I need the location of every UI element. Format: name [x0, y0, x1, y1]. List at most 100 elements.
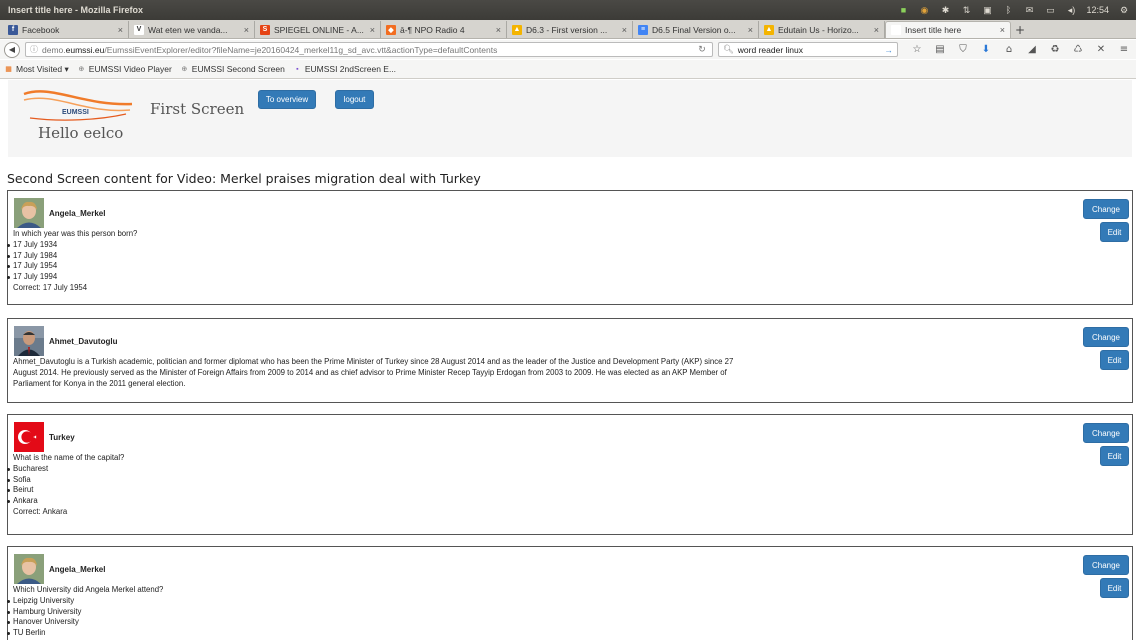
- edit-button[interactable]: Edit: [1100, 350, 1129, 370]
- tab-label: SPIEGEL ONLINE - A...: [274, 24, 364, 35]
- settings-gear-icon[interactable]: ⚙: [1118, 4, 1130, 16]
- answer-option: Hamburg University: [7, 607, 782, 618]
- facebook-icon: f: [8, 24, 18, 35]
- tab-label: Wat eten we vanda...: [148, 24, 228, 35]
- most-visited-icon: ▦: [5, 66, 12, 73]
- downloads-icon[interactable]: ⬇: [980, 44, 992, 55]
- browser-tab[interactable]: ▲ D6.3 - First version ... ×: [507, 21, 633, 38]
- tab-strip: f Facebook × V Wat eten we vanda... × S SPIEGEL…: [0, 20, 1136, 39]
- tab-label: D6.3 - First version ...: [526, 24, 608, 35]
- logout-button[interactable]: logout: [335, 90, 374, 109]
- menu-icon[interactable]: ≡: [1118, 44, 1130, 55]
- browser-tab[interactable]: ▲ Edutain Us - Horizo... ×: [759, 21, 885, 38]
- bookmark-item[interactable]: ▦ Most Visited ▾: [4, 64, 69, 75]
- back-button[interactable]: ◀: [4, 41, 20, 58]
- greeting-text: Hello eelco: [38, 124, 124, 142]
- bookmark-star-icon[interactable]: ☆: [911, 44, 923, 55]
- close-tab-icon[interactable]: ×: [622, 25, 627, 35]
- reading-list-icon[interactable]: ▤: [934, 44, 946, 55]
- tools-icon[interactable]: ✕: [1095, 44, 1107, 55]
- bookmark-item[interactable]: ⊕ EUMSSI Second Screen: [180, 64, 285, 74]
- entity-name: Angela_Merkel: [49, 208, 106, 218]
- correct-answer: Correct: Ankara: [13, 506, 68, 516]
- info-icon[interactable]: ⓘ: [30, 44, 38, 55]
- new-tab-button[interactable]: +: [1011, 21, 1029, 38]
- keyboard-layout-icon[interactable]: ▣: [981, 4, 993, 16]
- merkel-photo: [14, 554, 44, 584]
- card-header: Turkey: [14, 422, 75, 452]
- change-button[interactable]: Change: [1083, 199, 1129, 219]
- toolbar-icons: ☆ ▤ ⛉ ⬇ ⌂ ◢ ♻ ♺ ✕ ≡: [911, 44, 1130, 55]
- card-body: What is the name of the capital? Buchares…: [7, 453, 782, 518]
- url-bar[interactable]: ⓘ demo.eumssi.eu/EumssiEventExplorer/edi…: [25, 42, 713, 57]
- npo-icon: ◆: [386, 24, 396, 35]
- edit-button[interactable]: Edit: [1100, 578, 1129, 598]
- url-text[interactable]: demo.eumssi.eu/EumssiEventExplorer/edito…: [42, 45, 692, 55]
- extension-2-icon[interactable]: ♺: [1072, 44, 1084, 55]
- browser-tab[interactable]: S SPIEGEL ONLINE - A... ×: [255, 21, 381, 38]
- card-header: Ahmet_Davutoglu: [14, 326, 117, 356]
- close-tab-icon[interactable]: ×: [244, 25, 249, 35]
- bookmark-item[interactable]: ⊕ EUMSSI Video Player: [77, 64, 171, 74]
- mail-icon[interactable]: ✉: [1023, 4, 1035, 16]
- answer-option: Sofia: [7, 475, 782, 486]
- home-icon[interactable]: ⌂: [1003, 44, 1015, 55]
- volume-icon[interactable]: ◂): [1065, 4, 1077, 16]
- edit-button[interactable]: Edit: [1100, 446, 1129, 466]
- drive-icon: ▲: [764, 24, 774, 35]
- search-input[interactable]: word reader linux: [738, 45, 803, 55]
- close-tab-icon[interactable]: ×: [1000, 25, 1005, 35]
- answer-option: Hanover University: [7, 617, 782, 628]
- logo-text: EUMSSI: [62, 109, 89, 116]
- browser-tab[interactable]: V Wat eten we vanda... ×: [129, 21, 255, 38]
- browser-tab[interactable]: ◆ ā-¶ NPO Radio 4 ×: [381, 21, 507, 38]
- search-icon: 🔍︎: [723, 44, 734, 54]
- close-tab-icon[interactable]: ×: [496, 25, 501, 35]
- system-tray: ■ ◉ ✱ ⇅ ▣ ᛒ ✉ ▭ ◂) 12:54 ⚙: [897, 4, 1136, 16]
- tab-label: Insert title here: [905, 25, 962, 35]
- davutoglu-photo: [14, 326, 44, 356]
- close-tab-icon[interactable]: ×: [748, 25, 753, 35]
- answer-option: 17 July 1954: [7, 261, 782, 272]
- bookmarks-bar: ▦ Most Visited ▾ ⊕ EUMSSI Video Player ⊕ EUMS…: [0, 60, 1136, 79]
- eumssi-logo: EUMSSI: [23, 90, 133, 121]
- close-tab-icon[interactable]: ×: [874, 25, 879, 35]
- content-card: Turkey What is the name of the capital? Bu…: [7, 414, 1133, 535]
- send-icon[interactable]: ◢: [1026, 44, 1038, 55]
- extension-icon[interactable]: ♻: [1049, 44, 1061, 55]
- browser-tab[interactable]: ≡ D6.5 Final Version o... ×: [633, 21, 759, 38]
- answer-option: TU Berlin: [7, 628, 782, 639]
- browser-tab[interactable]: Insert title here ×: [885, 21, 1011, 38]
- bookmark-item[interactable]: ▪ EUMSSI 2ndScreen E...: [293, 64, 396, 74]
- dropbox-icon[interactable]: ■: [897, 4, 909, 16]
- close-tab-icon[interactable]: ×: [118, 25, 123, 35]
- close-tab-icon[interactable]: ×: [370, 25, 375, 35]
- pocket-icon[interactable]: ⛉: [957, 44, 969, 55]
- navigation-bar: ◀ ⓘ demo.eumssi.eu/EumssiEventExplorer/e…: [0, 40, 1136, 59]
- clock[interactable]: 12:54: [1086, 5, 1109, 15]
- change-button[interactable]: Change: [1083, 423, 1129, 443]
- tab-label: Facebook: [22, 24, 60, 35]
- browser-tab[interactable]: f Facebook ×: [3, 21, 129, 38]
- search-go-icon[interactable]: →: [885, 45, 894, 55]
- network-icon[interactable]: ⇅: [960, 4, 972, 16]
- app-title: First Screen: [150, 100, 245, 118]
- tab-label: Edutain Us - Horizo...: [778, 24, 859, 35]
- edit-button[interactable]: Edit: [1100, 222, 1129, 242]
- back-arrow-icon: ◀: [8, 45, 16, 54]
- update-icon[interactable]: ◉: [918, 4, 930, 16]
- v-icon: V: [134, 24, 144, 35]
- bookmark-label: EUMSSI Second Screen: [191, 64, 285, 74]
- answer-option: 17 July 1994: [7, 272, 782, 283]
- bluetooth-icon[interactable]: ᛒ: [1002, 4, 1014, 16]
- search-bar[interactable]: 🔍︎ word reader linux →: [718, 42, 898, 57]
- battery-icon[interactable]: ▭: [1044, 4, 1056, 16]
- change-button[interactable]: Change: [1083, 327, 1129, 347]
- quiz-question: What is the name of the capital?: [13, 453, 125, 462]
- reload-icon[interactable]: ↻: [696, 44, 708, 55]
- change-button[interactable]: Change: [1083, 555, 1129, 575]
- turkey-flag: [14, 422, 44, 452]
- answer-option: Beirut: [7, 485, 782, 496]
- to-overview-button[interactable]: To overview: [258, 90, 316, 109]
- pidgin-icon[interactable]: ✱: [939, 4, 951, 16]
